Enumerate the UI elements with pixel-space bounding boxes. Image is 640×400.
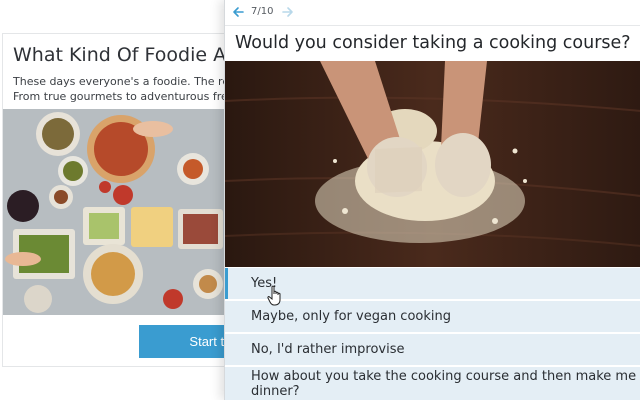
- intro-description-line: From true gourmets to adventurous free s…: [13, 90, 241, 103]
- intro-description-line: These days everyone's a foodie. The real…: [13, 75, 241, 88]
- question-title: Would you consider taking a cooking cour…: [235, 33, 631, 53]
- arrow-right-icon[interactable]: [281, 5, 295, 19]
- food-table-image: [3, 109, 243, 315]
- intro-description: These days everyone's a foodie. The real…: [13, 74, 241, 104]
- answer-list: Yes! Maybe, only for vegan cooking No, I…: [225, 268, 640, 400]
- hand-pointer-icon: [267, 285, 281, 306]
- intro-card: What Kind Of Foodie Are Y These days eve…: [2, 33, 259, 367]
- arrow-left-icon[interactable]: [231, 5, 245, 19]
- answer-option[interactable]: Yes!: [225, 268, 640, 299]
- answer-option[interactable]: How about you take the cooking course an…: [225, 367, 640, 400]
- question-card: 7/10 Would you consider taking a cooking…: [224, 0, 640, 400]
- question-navigation: 7/10: [225, 0, 640, 26]
- answer-option[interactable]: Maybe, only for vegan cooking: [225, 301, 640, 332]
- question-counter: 7/10: [251, 6, 274, 17]
- answer-option[interactable]: No, I'd rather improvise: [225, 334, 640, 365]
- intro-title: What Kind Of Foodie Are Y: [13, 44, 243, 66]
- dough-kneading-image: [225, 61, 640, 267]
